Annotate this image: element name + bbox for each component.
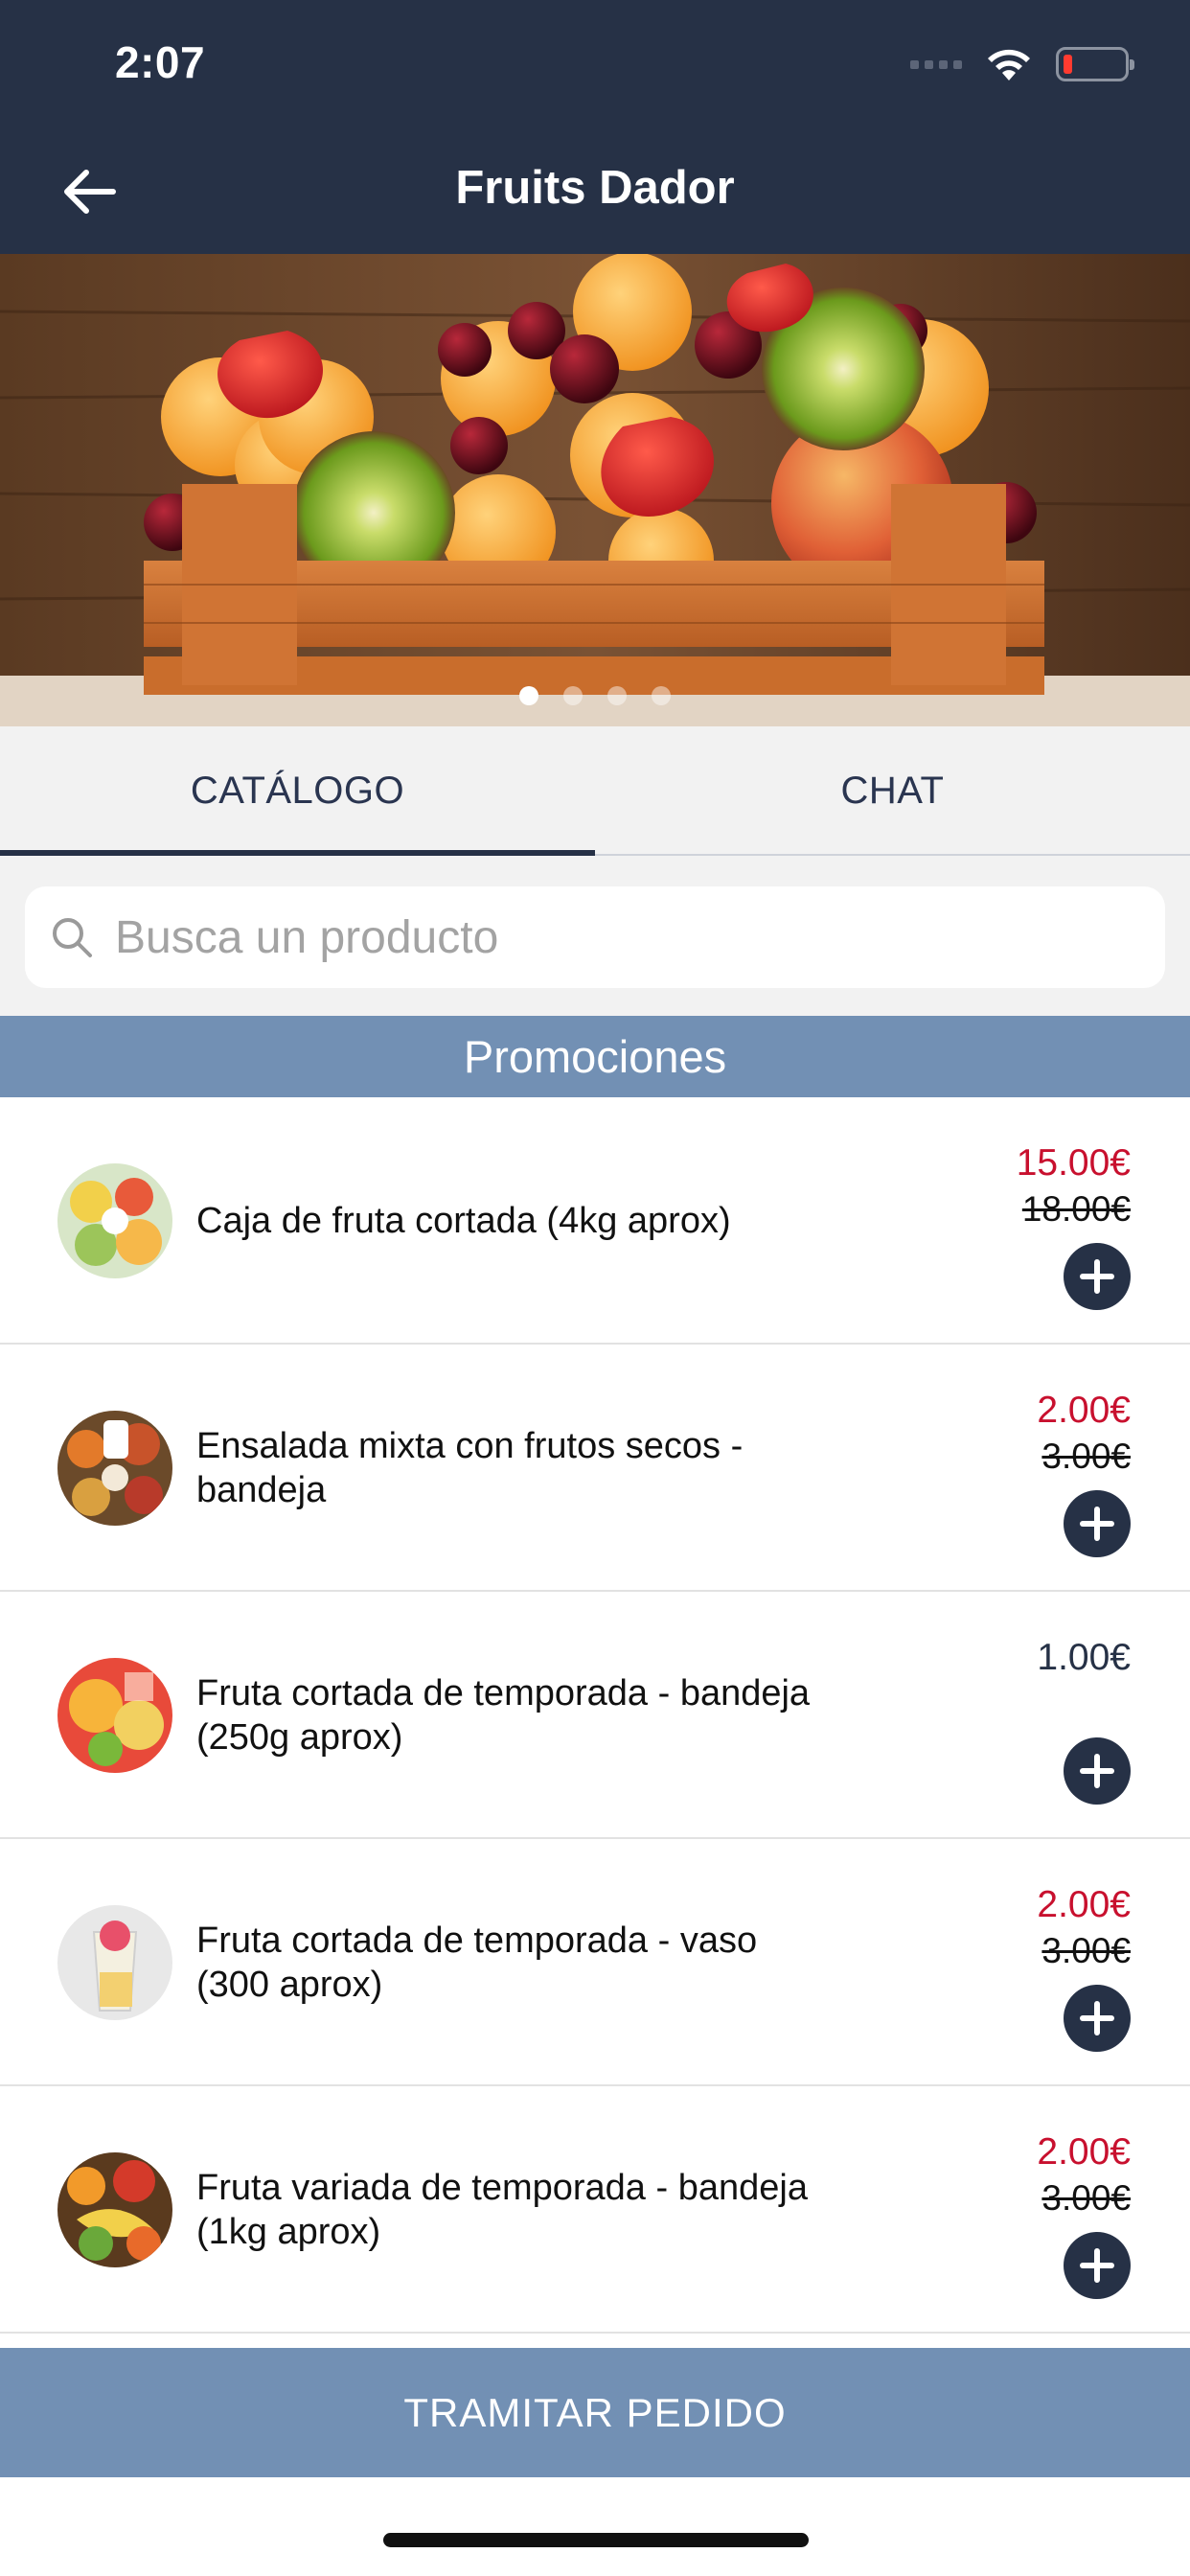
wifi-icon xyxy=(988,49,1030,80)
product-thumbnail xyxy=(57,1163,172,1278)
section-header: Promociones xyxy=(0,1016,1190,1097)
top-bar: 2:07 Fruits Dador xyxy=(0,0,1190,254)
product-name: Fruta variada de temporada - bandeja (1k… xyxy=(196,2168,808,2252)
tab-bar: CATÁLOGO CHAT xyxy=(0,726,1190,856)
add-to-cart-button[interactable] xyxy=(1064,1737,1131,1805)
product-thumbnail xyxy=(57,1658,172,1773)
page-title: Fruits Dador xyxy=(455,162,735,214)
product-row[interactable]: Fruta cortada de temporada - bandeja (25… xyxy=(0,1592,1190,1839)
product-old-price: 18.00€ xyxy=(1021,1189,1131,1229)
product-price: 15.00€ xyxy=(1016,1142,1131,1184)
carousel-dot[interactable] xyxy=(519,686,538,705)
status-time: 2:07 xyxy=(115,37,206,87)
fruit-crate-image xyxy=(0,254,1190,726)
product-name: Fruta cortada de temporada - bandeja (25… xyxy=(196,1673,811,1758)
carousel-dot[interactable] xyxy=(607,686,627,705)
product-price: 1.00€ xyxy=(1037,1637,1131,1678)
carousel-pagination[interactable] xyxy=(0,686,1190,705)
carousel-dot[interactable] xyxy=(652,686,671,705)
add-to-cart-button[interactable] xyxy=(1064,2232,1131,2299)
add-to-cart-button[interactable] xyxy=(1064,1243,1131,1310)
tab-chat[interactable]: CHAT xyxy=(595,726,1190,854)
product-list: Caja de fruta cortada (4kg aprox) 15.00€… xyxy=(0,1097,1190,2334)
product-price: 2.00€ xyxy=(1037,1884,1131,1925)
search-container xyxy=(0,856,1190,1016)
product-old-price: 3.00€ xyxy=(1041,1437,1131,1476)
product-name: Ensalada mixta con frutos secos - bandej… xyxy=(196,1426,744,1510)
product-thumbnail xyxy=(57,1905,172,2020)
tab-catalogo[interactable]: CATÁLOGO xyxy=(0,726,595,856)
search-icon xyxy=(53,918,92,957)
product-name: Caja de fruta cortada (4kg aprox) xyxy=(196,1201,731,1241)
add-to-cart-button[interactable] xyxy=(1064,1985,1131,2052)
carousel-dot[interactable] xyxy=(563,686,583,705)
product-row[interactable]: Fruta cortada de temporada - vaso (300 a… xyxy=(0,1839,1190,2086)
home-indicator[interactable] xyxy=(383,2533,809,2547)
product-old-price: 3.00€ xyxy=(1041,1931,1131,1970)
hero-banner[interactable] xyxy=(0,254,1190,726)
checkout-button[interactable]: TRAMITAR PEDIDO xyxy=(0,2348,1190,2477)
product-price: 2.00€ xyxy=(1037,1390,1131,1431)
product-row[interactable]: Fruta variada de temporada - bandeja (1k… xyxy=(0,2086,1190,2334)
product-old-price: 3.00€ xyxy=(1041,2178,1131,2218)
product-row[interactable]: Ensalada mixta con frutos secos - bandej… xyxy=(0,1345,1190,1592)
product-name: Fruta cortada de temporada - vaso (300 a… xyxy=(196,1920,758,2005)
cellular-signal-icon xyxy=(910,59,962,69)
product-thumbnail xyxy=(57,2152,172,2267)
product-price: 2.00€ xyxy=(1037,2131,1131,2173)
battery-icon xyxy=(1056,47,1134,81)
search-input[interactable] xyxy=(115,910,1121,964)
add-to-cart-button[interactable] xyxy=(1064,1490,1131,1557)
product-row[interactable]: Caja de fruta cortada (4kg aprox) 15.00€… xyxy=(0,1097,1190,1345)
product-thumbnail xyxy=(57,1411,172,1526)
search-box[interactable] xyxy=(25,886,1165,988)
status-icons xyxy=(910,40,1134,88)
